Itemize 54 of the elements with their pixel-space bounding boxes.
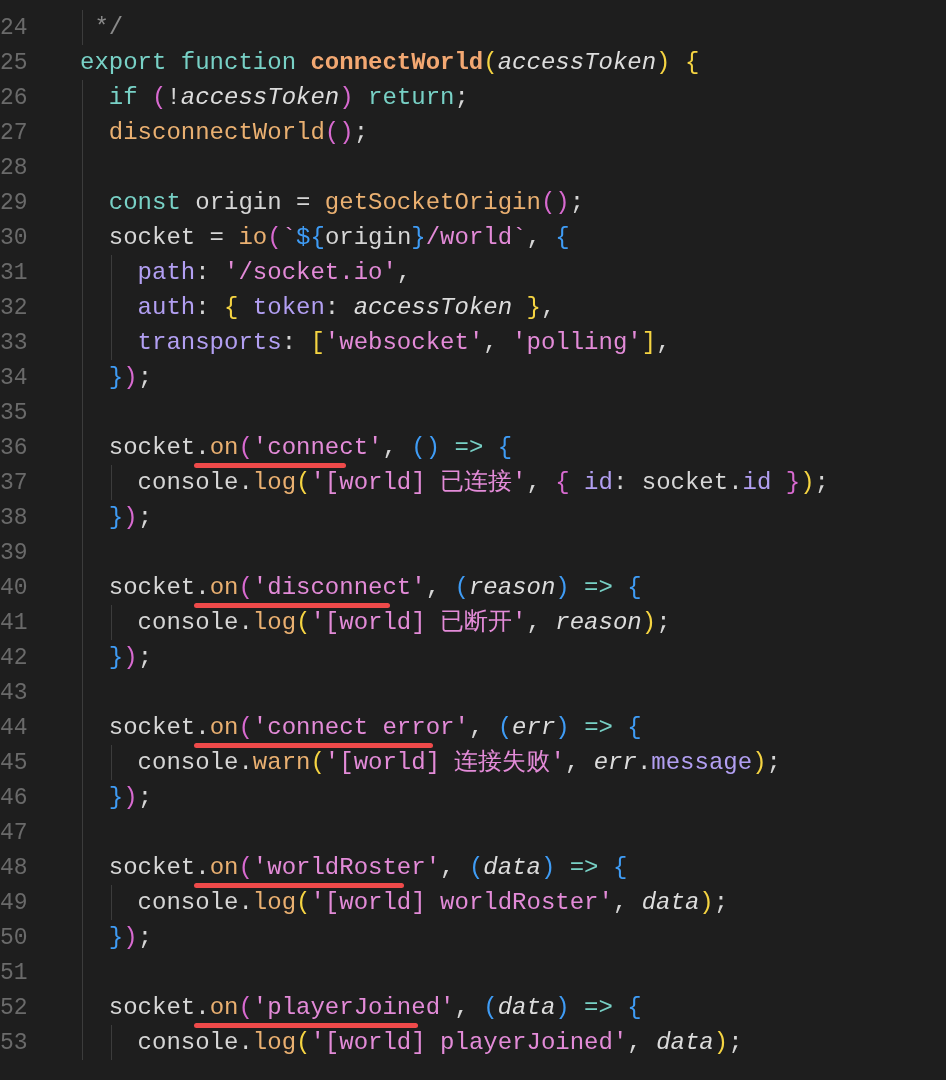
code-line: });	[107, 923, 153, 952]
code-line: socket.on('worldRoster', (data) => {	[107, 853, 628, 882]
line-number: 44	[0, 713, 29, 743]
line-number: 53	[0, 1028, 29, 1058]
code-line: export function connectWorld(accessToken) {	[80, 48, 700, 77]
code-line: if (!accessToken) return;	[107, 83, 469, 112]
line-number: 40	[0, 573, 29, 603]
line-number: 26	[0, 83, 29, 113]
line-number: 35	[0, 398, 29, 428]
line-number: 25	[0, 48, 29, 78]
line-number: 24	[0, 13, 29, 43]
code-line: socket.on('connect', () => {	[107, 433, 513, 462]
code-line: socket.on('connect error', (err) => {	[107, 713, 642, 742]
code-line: console.log('[world] 已连接', { id: socket.id });	[136, 468, 829, 497]
line-number: 52	[0, 993, 29, 1023]
line-number: 45	[0, 748, 29, 778]
code-line: socket = io(`${origin}/world`, {	[107, 223, 570, 252]
line-number: 33	[0, 328, 29, 358]
code-line: });	[107, 363, 153, 392]
line-number: 41	[0, 608, 29, 638]
line-number: 37	[0, 468, 29, 498]
code-line: transports: ['websocket', 'polling'],	[136, 328, 671, 357]
code-line: const origin = getSocketOrigin();	[107, 188, 585, 217]
line-number: 28	[0, 153, 29, 183]
code-line: */	[93, 13, 124, 42]
line-number: 47	[0, 818, 29, 848]
code-line: path: '/socket.io',	[136, 258, 412, 287]
code-line: socket.on('playerJoined', (data) => {	[107, 993, 642, 1022]
line-number: 36	[0, 433, 29, 463]
line-number: 31	[0, 258, 29, 288]
code-line: });	[107, 643, 153, 672]
line-number: 39	[0, 538, 29, 568]
line-number: 46	[0, 783, 29, 813]
line-number: 49	[0, 888, 29, 918]
line-number: 43	[0, 678, 29, 708]
line-number: 51	[0, 958, 29, 988]
code-line: });	[107, 783, 153, 812]
line-number: 50	[0, 923, 29, 953]
code-line: disconnectWorld();	[107, 118, 369, 147]
code-line: console.warn('[world] 连接失败', err.message);	[136, 748, 781, 777]
line-number: 42	[0, 643, 29, 673]
code-line: console.log('[world] 已断开', reason);	[136, 608, 671, 637]
line-number: 27	[0, 118, 29, 148]
line-number: 29	[0, 188, 29, 218]
line-number: 38	[0, 503, 29, 533]
line-number: 32	[0, 293, 29, 323]
code-line: });	[107, 503, 153, 532]
line-number: 34	[0, 363, 29, 393]
line-number: 48	[0, 853, 29, 883]
code-line: console.log('[world] playerJoined', data);	[136, 1028, 743, 1057]
line-number: 30	[0, 223, 29, 253]
code-line: auth: { token: accessToken },	[136, 293, 556, 322]
code-line: console.log('[world] worldRoster', data);	[136, 888, 729, 917]
code-line: socket.on('disconnect', (reason) => {	[107, 573, 642, 602]
